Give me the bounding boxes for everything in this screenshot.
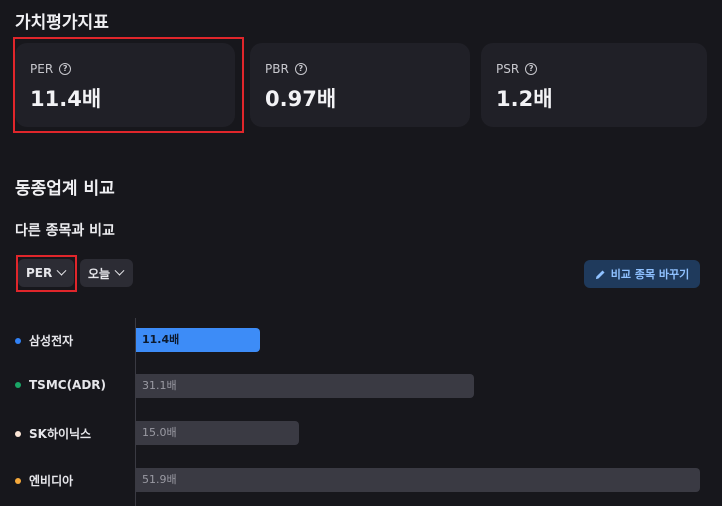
chevron-down-icon bbox=[114, 265, 125, 276]
metric-select-highlight bbox=[16, 255, 77, 292]
pencil-icon bbox=[595, 269, 605, 279]
peer-bar-value: 51.9배 bbox=[142, 473, 177, 486]
series-dot bbox=[15, 477, 21, 484]
valuation-title: 가치평가지표 bbox=[15, 13, 109, 33]
peer-bar-value: 15.0배 bbox=[142, 426, 177, 439]
pbr-label: PBR bbox=[265, 62, 289, 76]
peer-bar: 31.1배 bbox=[136, 374, 474, 398]
peer-row-label: 엔비디아 bbox=[15, 472, 73, 489]
peer-row-label: SK하이닉스 bbox=[15, 425, 91, 442]
peer-bar-value: 11.4배 bbox=[142, 333, 180, 346]
peer-row-label: TSMC(ADR) bbox=[15, 378, 106, 392]
peer-bar-value: 31.1배 bbox=[142, 379, 177, 392]
series-dot bbox=[15, 430, 21, 437]
peer-row-label: 삼성전자 bbox=[15, 332, 73, 349]
series-dot bbox=[15, 382, 21, 388]
peer-bar: 11.4배 bbox=[136, 328, 260, 352]
series-dot bbox=[15, 337, 21, 344]
change-peers-button[interactable]: 비교 종목 바꾸기 bbox=[584, 260, 700, 288]
peer-bar: 51.9배 bbox=[136, 468, 700, 492]
psr-label: PSR bbox=[496, 62, 520, 76]
peer-name: TSMC(ADR) bbox=[29, 378, 107, 392]
pbr-value: 0.97배 bbox=[265, 87, 337, 111]
per-card-highlight bbox=[13, 37, 244, 133]
peer-bar: 15.0배 bbox=[136, 421, 299, 445]
peer-name: 삼성전자 bbox=[29, 334, 74, 348]
period-select-value: 오늘 bbox=[88, 266, 111, 281]
help-icon[interactable]: ? bbox=[525, 63, 538, 75]
peers-title: 동종업계 비교 bbox=[15, 179, 115, 199]
peer-name: SK하이닉스 bbox=[29, 427, 92, 441]
psr-value: 1.2배 bbox=[496, 87, 553, 111]
help-icon[interactable]: ? bbox=[294, 63, 307, 75]
psr-card[interactable]: PSR ? 1.2배 bbox=[481, 43, 707, 127]
period-select[interactable]: 오늘 bbox=[80, 259, 133, 287]
peer-name: 엔비디아 bbox=[29, 474, 74, 488]
pbr-card[interactable]: PBR ? 0.97배 bbox=[250, 43, 470, 127]
change-peers-label: 비교 종목 바꾸기 bbox=[610, 268, 690, 281]
peers-subtitle: 다른 종목과 비교 bbox=[15, 223, 115, 239]
